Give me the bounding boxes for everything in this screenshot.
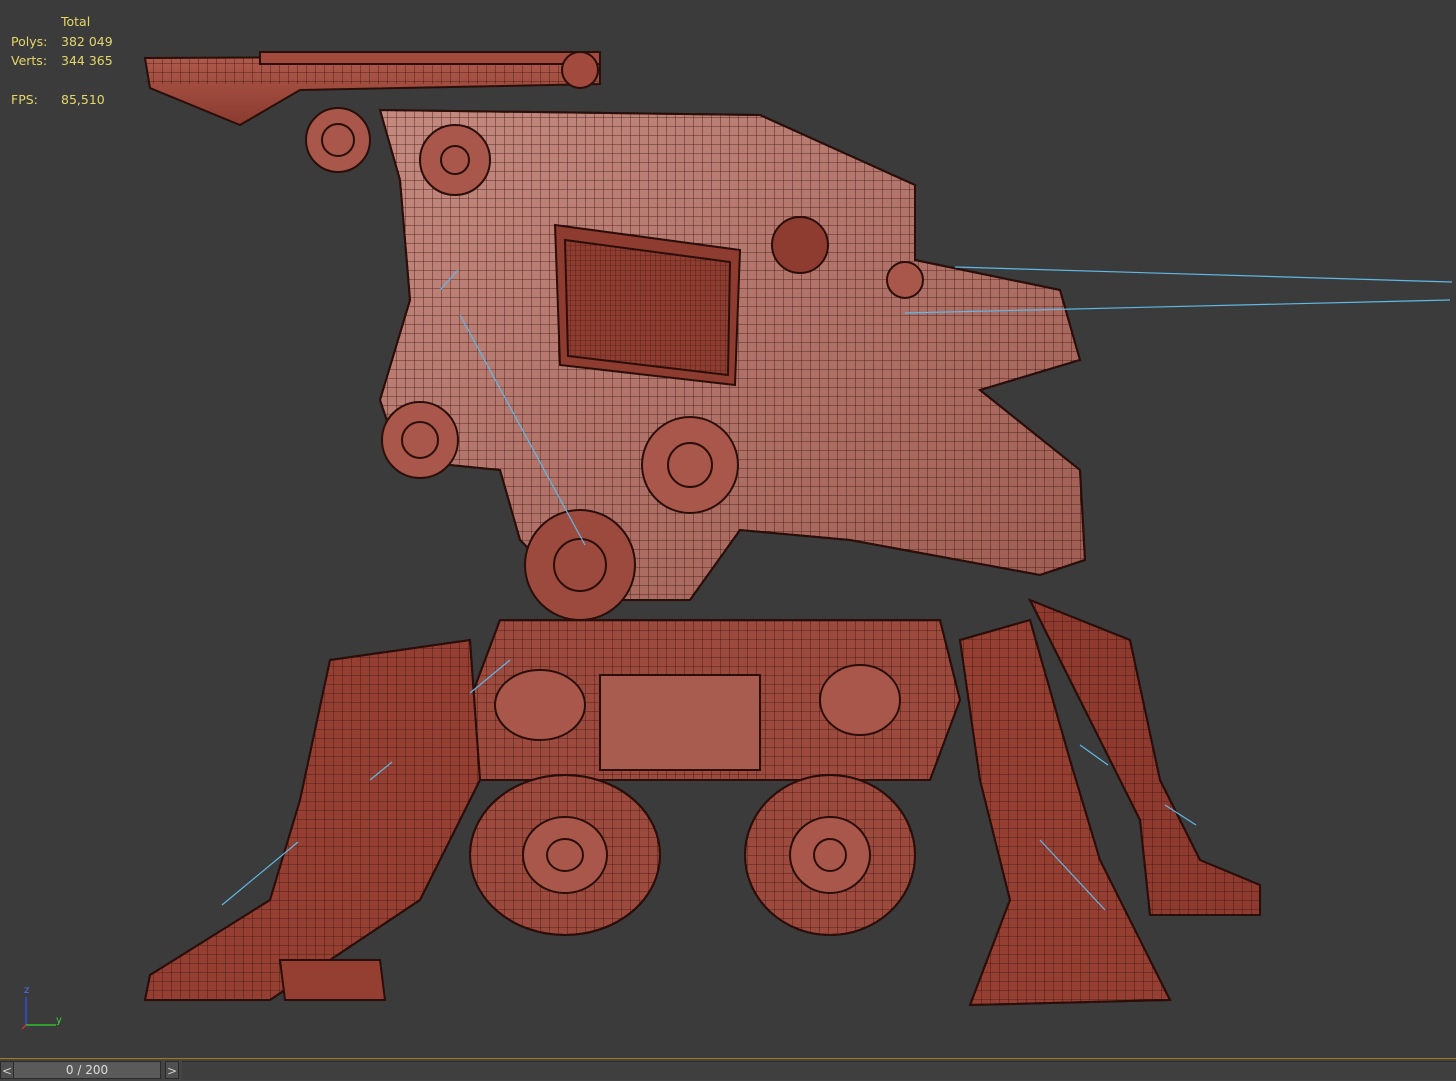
axis-z-label: z bbox=[24, 985, 30, 996]
time-slider-bar: < 0 / 200 > bbox=[0, 1058, 1456, 1081]
time-slider-thumb[interactable]: 0 / 200 bbox=[13, 1061, 161, 1079]
prev-frame-button[interactable]: < bbox=[0, 1061, 14, 1079]
axis-gizmo-icon: z y bbox=[18, 985, 68, 1033]
polys-label: Polys: bbox=[11, 33, 48, 49]
shoulder-joint bbox=[305, 107, 371, 173]
verts-label: Verts: bbox=[11, 53, 48, 68]
axis-y-label: y bbox=[56, 1015, 62, 1026]
fps-value: 85,510 bbox=[61, 92, 105, 107]
viewport-perspective[interactable]: Total Polys: 382 049 Verts: 344 365 FPS:… bbox=[0, 0, 1456, 1058]
hip-joint bbox=[524, 509, 636, 621]
wrist-joint bbox=[641, 416, 739, 514]
timeline-track[interactable] bbox=[182, 1061, 1456, 1080]
mech-model-wireframe[interactable] bbox=[0, 0, 1456, 1058]
verts-value: 344 365 bbox=[61, 53, 113, 68]
polys-value: 382 049 bbox=[61, 33, 113, 49]
elbow-joint bbox=[381, 401, 459, 479]
fps-label: FPS: bbox=[11, 92, 38, 107]
next-frame-button[interactable]: > bbox=[165, 1061, 179, 1079]
stats-header: Total bbox=[61, 14, 91, 29]
